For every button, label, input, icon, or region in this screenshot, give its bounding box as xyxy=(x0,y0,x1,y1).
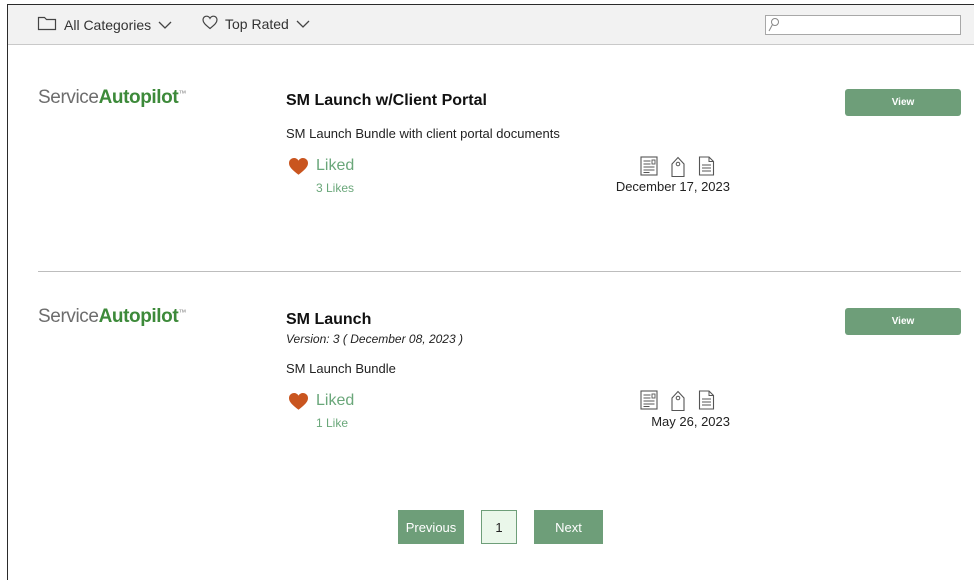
form-icon xyxy=(640,156,658,181)
search-input[interactable] xyxy=(782,17,958,33)
folder-icon xyxy=(37,15,57,34)
search-icon xyxy=(768,17,780,38)
heart-icon[interactable] xyxy=(288,392,309,416)
liked-status[interactable]: Liked xyxy=(316,157,354,175)
item-title[interactable]: SM Launch xyxy=(286,311,371,329)
item-title[interactable]: SM Launch w/Client Portal xyxy=(286,92,487,110)
sort-dropdown[interactable]: Top Rated xyxy=(202,15,310,33)
service-autopilot-logo: ServiceAutopilot™ xyxy=(38,87,186,108)
form-icon xyxy=(640,390,658,415)
heart-icon[interactable] xyxy=(288,157,309,181)
app-frame: All Categories Top Rated ServiceAutopilo… xyxy=(7,4,974,580)
item-date: May 26, 2023 xyxy=(651,414,730,429)
document-icon xyxy=(698,156,715,181)
sort-label: Top Rated xyxy=(225,16,289,32)
chevron-down-icon xyxy=(158,17,172,33)
chevron-down-icon xyxy=(296,16,310,32)
likes-count: 1 Like xyxy=(316,416,349,430)
page-1-button[interactable]: 1 xyxy=(481,510,517,544)
categories-dropdown[interactable]: All Categories xyxy=(37,15,172,34)
view-button[interactable]: View xyxy=(845,308,961,335)
view-button[interactable]: View xyxy=(845,89,961,116)
item-version: Version: 3 ( December 08, 2023 ) xyxy=(286,332,463,346)
item-description: SM Launch Bundle xyxy=(286,361,396,376)
item-description: SM Launch Bundle with client portal docu… xyxy=(286,126,560,141)
document-icon xyxy=(698,390,715,415)
item-type-icons xyxy=(640,390,727,417)
previous-page-button[interactable]: Previous xyxy=(398,510,464,544)
liked-status[interactable]: Liked xyxy=(316,392,354,410)
service-autopilot-logo: ServiceAutopilot™ xyxy=(38,306,186,327)
item-divider xyxy=(38,271,961,272)
next-page-button[interactable]: Next xyxy=(534,510,603,544)
item-date: December 17, 2023 xyxy=(615,179,730,194)
heart-outline-icon xyxy=(202,15,218,33)
search-box[interactable] xyxy=(765,15,961,35)
filter-toolbar: All Categories Top Rated xyxy=(8,5,974,45)
categories-label: All Categories xyxy=(64,16,152,33)
tag-icon xyxy=(670,390,686,417)
likes-count: 3 Likes xyxy=(316,181,355,195)
